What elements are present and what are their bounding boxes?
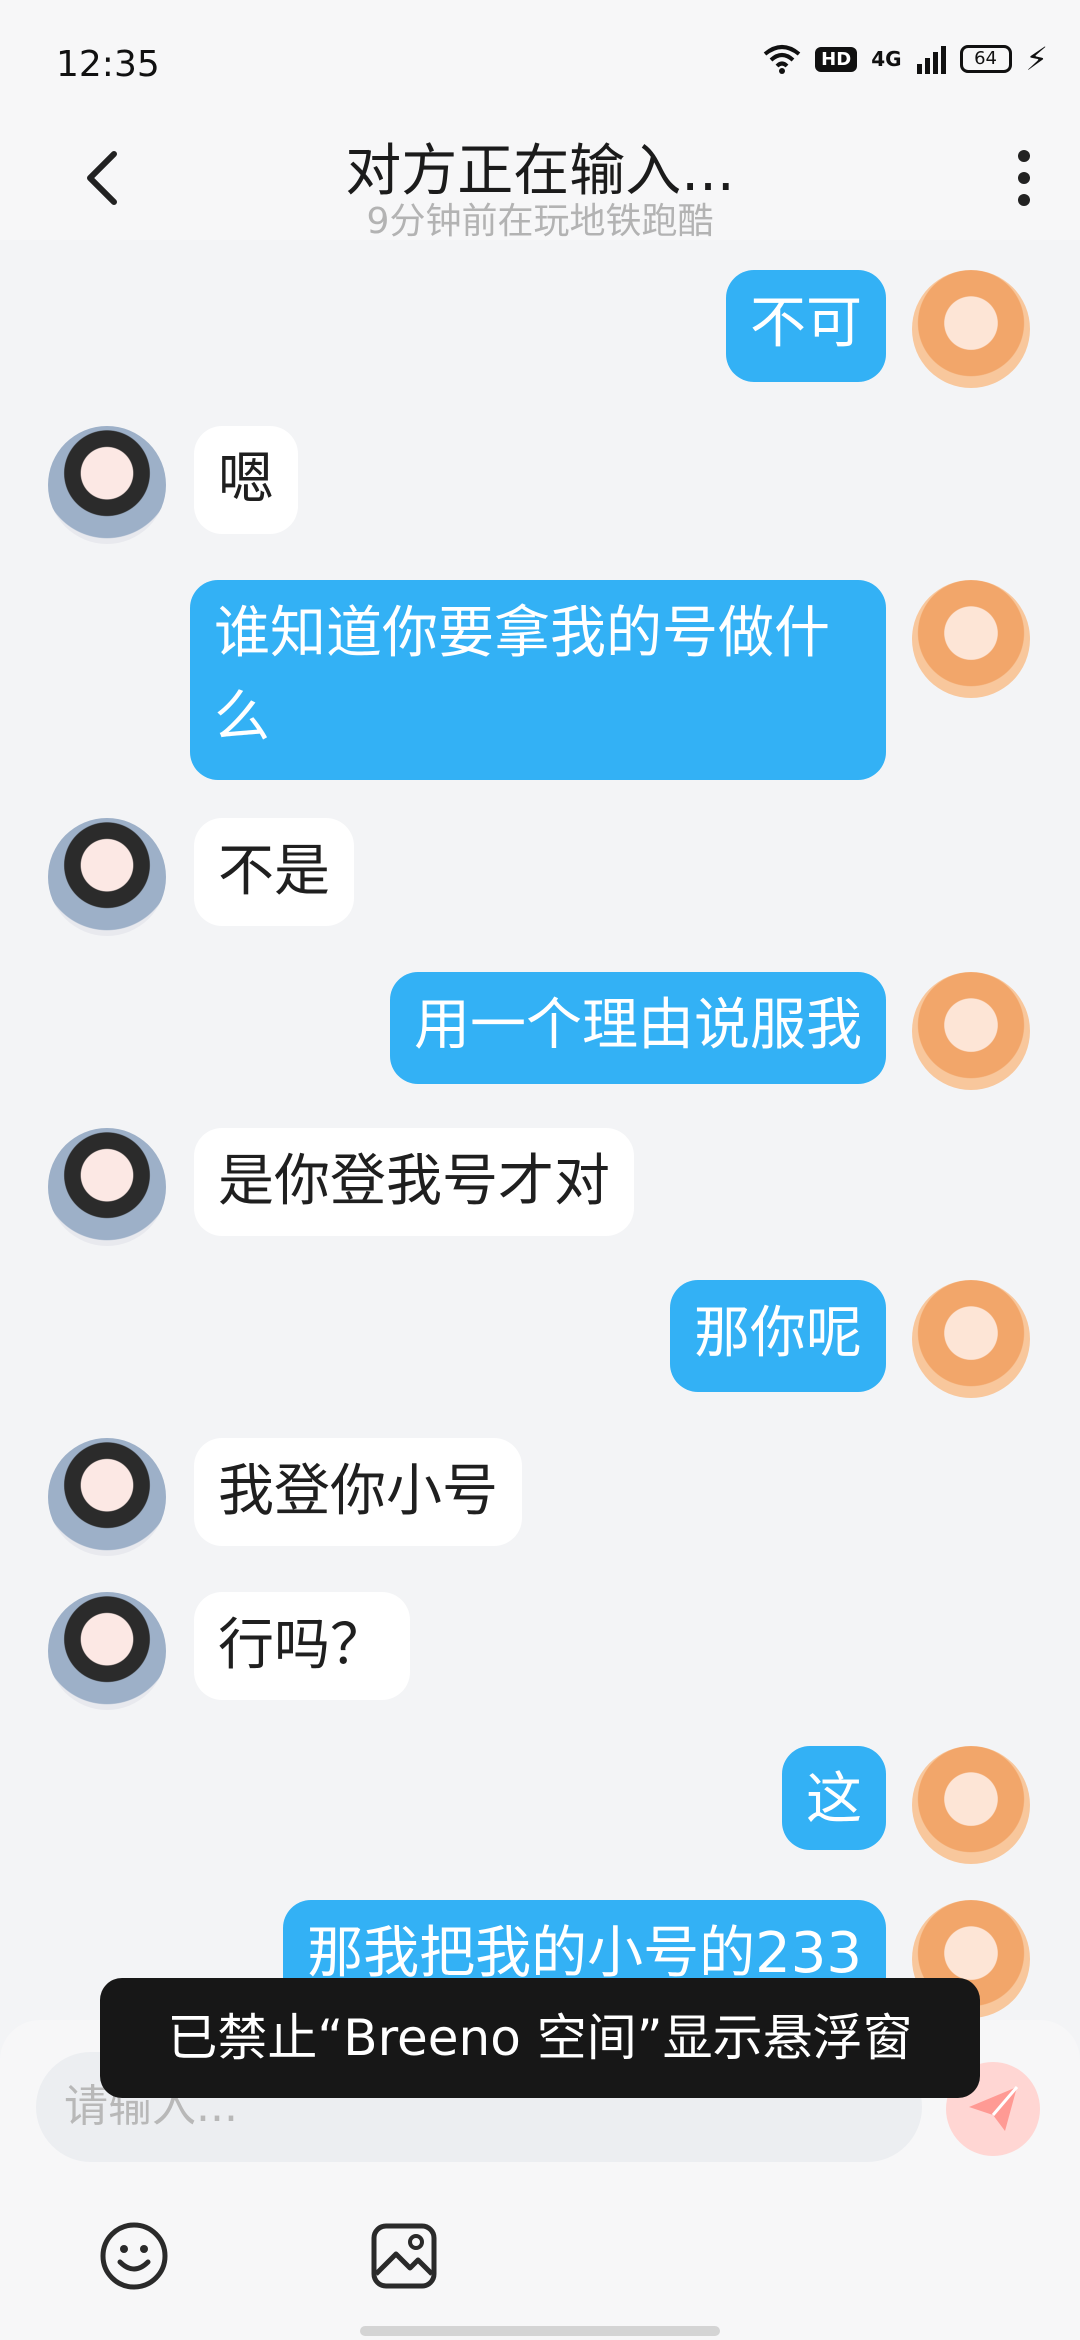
wifi-icon <box>763 45 801 74</box>
battery-icon: 64 <box>959 45 1012 73</box>
more-dot-icon <box>1018 194 1030 206</box>
my-avatar[interactable] <box>912 972 1030 1090</box>
message-bubble-received[interactable]: 不是 <box>194 818 354 926</box>
emoji-icon <box>100 2222 168 2290</box>
image-icon <box>371 2223 437 2289</box>
my-avatar[interactable] <box>912 1280 1030 1398</box>
my-avatar[interactable] <box>912 580 1030 698</box>
network-type: 4G <box>871 47 902 71</box>
charging-icon: ⚡ <box>1025 40 1048 78</box>
emoji-button[interactable] <box>94 2216 174 2296</box>
message-bubble-received[interactable]: 我登你小号 <box>194 1438 522 1546</box>
contact-avatar[interactable] <box>48 426 166 544</box>
status-time: 12:35 <box>56 44 160 85</box>
contact-avatar[interactable] <box>48 818 166 936</box>
more-dot-icon <box>1018 172 1030 184</box>
my-avatar[interactable] <box>912 270 1030 388</box>
my-avatar[interactable] <box>912 1746 1030 1864</box>
message-bubble-sent[interactable]: 这 <box>782 1746 886 1850</box>
battery-level: 64 <box>974 48 997 69</box>
status-icons: HD 4G 64 ⚡ <box>763 40 1048 78</box>
status-bar: 12:35 HD 4G 64 ⚡ <box>0 0 1080 120</box>
message-list[interactable]: 不可 嗯 谁知道你要拿我的号做什么 不是 用一个理由说服我 是你登我号才对 那你… <box>0 240 1080 2020</box>
contact-avatar[interactable] <box>48 1592 166 1710</box>
message-bubble-received[interactable]: 嗯 <box>194 426 298 534</box>
home-indicator[interactable] <box>360 2326 720 2336</box>
contact-avatar[interactable] <box>48 1438 166 1556</box>
signal-icon <box>916 46 946 74</box>
chat-header: 对方正在输入... 9分钟前在玩地铁跑酷 <box>0 120 1080 242</box>
more-menu-button[interactable] <box>1004 138 1044 218</box>
message-bubble-sent[interactable]: 不可 <box>726 270 886 382</box>
image-button[interactable] <box>364 2216 444 2296</box>
contact-avatar[interactable] <box>48 1128 166 1246</box>
message-bubble-sent[interactable]: 那你呢 <box>670 1280 886 1392</box>
more-dot-icon <box>1018 150 1030 162</box>
message-bubble-sent[interactable]: 谁知道你要拿我的号做什么 <box>190 580 886 780</box>
message-bubble-sent[interactable]: 用一个理由说服我 <box>390 972 886 1084</box>
hd-icon: HD <box>815 46 858 72</box>
message-bubble-received[interactable]: 行吗？ <box>194 1592 410 1700</box>
page-subtitle: 9分钟前在玩地铁跑酷 <box>366 201 714 242</box>
message-bubble-received[interactable]: 是你登我号才对 <box>194 1128 634 1236</box>
toast-notification: 已禁止“Breeno 空间”显示悬浮窗 <box>100 1978 980 2098</box>
